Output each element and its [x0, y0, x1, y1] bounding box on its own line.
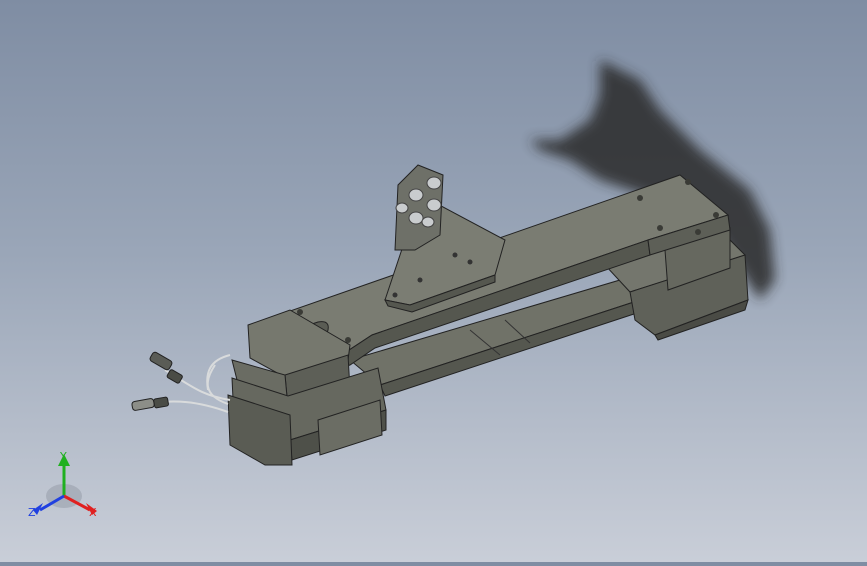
x-axis-label: X [89, 506, 97, 519]
y-axis-label: Y [59, 450, 67, 463]
axis-triad: Y X Z [28, 450, 97, 519]
z-axis-label: Z [28, 506, 36, 519]
3d-viewport[interactable]: Y X Z [0, 0, 867, 562]
fitting-plate[interactable] [394, 164, 444, 251]
model-canvas[interactable]: Y X Z [0, 0, 867, 562]
